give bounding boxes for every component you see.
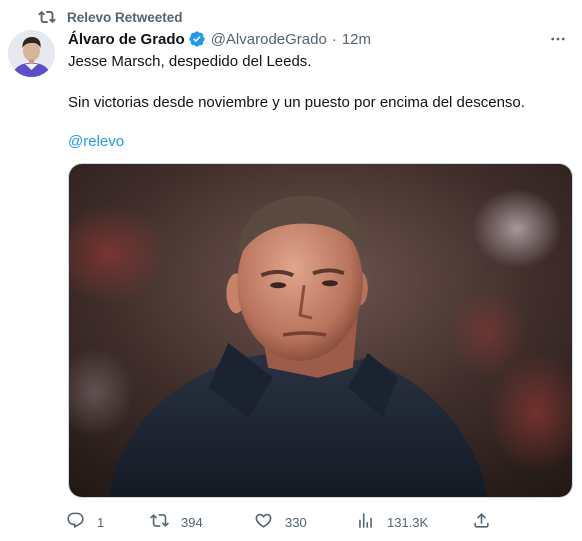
separator-dot: · [331, 30, 337, 48]
author-name[interactable]: Álvaro de Grado [68, 31, 185, 48]
verified-badge-icon [188, 30, 206, 48]
share-button[interactable] [472, 510, 491, 534]
tweet-actions: 1 394 330 131.3K [66, 510, 506, 534]
reply-button[interactable]: 1 [66, 510, 104, 534]
like-count: 330 [285, 514, 307, 530]
tweet-photo[interactable] [68, 163, 573, 498]
like-button[interactable]: 330 [254, 510, 307, 534]
analytics-icon [356, 511, 375, 533]
retweet-context: Relevo Retweeted [38, 8, 183, 26]
retweet-action-icon [150, 511, 169, 533]
reply-count: 1 [97, 514, 105, 530]
reply-icon [66, 511, 85, 533]
tweet-text-line-2: Sin victorias desde noviembre y un puest… [68, 94, 525, 111]
retweet-button[interactable]: 394 [150, 510, 203, 534]
more-options-icon[interactable] [548, 29, 568, 49]
retweet-icon [38, 8, 56, 26]
views-button[interactable]: 131.3K [356, 510, 428, 534]
views-count: 131.3K [387, 514, 429, 530]
retweet-label: Relevo Retweeted [67, 9, 183, 25]
timestamp[interactable]: 12m [342, 31, 371, 48]
share-icon [472, 511, 491, 533]
retweet-count: 394 [181, 514, 203, 530]
author-handle[interactable]: @AlvarodeGrado [211, 31, 327, 48]
heart-icon [254, 511, 273, 533]
avatar[interactable] [8, 30, 55, 77]
mention-link[interactable]: @relevo [68, 132, 124, 152]
tweet-header: Álvaro de Grado @AlvarodeGrado · 12m [68, 29, 568, 49]
tweet-text-line-1: Jesse Marsch, despedido del Leeds. [68, 53, 312, 70]
